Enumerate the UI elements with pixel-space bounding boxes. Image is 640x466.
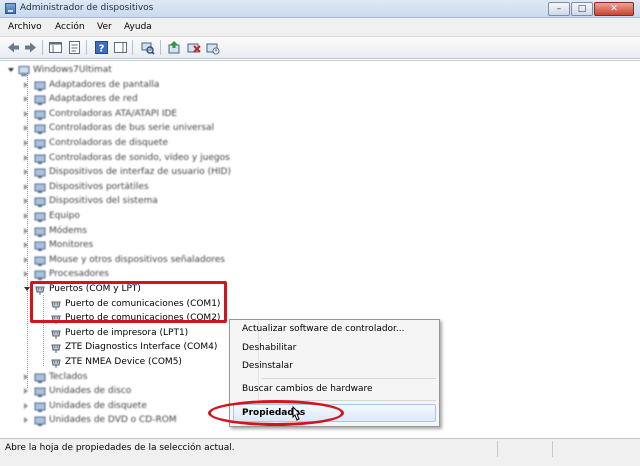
device-category-icon [34,269,46,281]
menu-update-driver[interactable]: Actualizar software de controlador... [242,324,405,334]
tree-node-label: ZTE Diagnostics Interface (COM4) [65,342,218,352]
device-category-icon [34,372,46,384]
back-arrow-icon[interactable] [6,40,21,55]
device-category-icon [34,226,46,238]
toolbar: ? [0,37,640,59]
expand-arrow-icon[interactable] [24,213,31,220]
tree-node-label: Unidades de disco [49,386,132,396]
device-category-icon [34,182,46,194]
tree-node-label: Puerto de impresora (LPT1) [65,328,189,338]
window-title: Administrador de dispositivos [20,3,154,13]
device-category-icon [34,196,46,208]
menu-bar: Archivo Acción Ver Ayuda [0,18,640,37]
properties-annotation-oval [208,400,344,426]
tree-node-label: Módems [49,226,87,236]
expand-arrow-icon[interactable] [24,155,31,162]
device-category-icon [34,94,46,106]
expand-arrow-icon[interactable] [24,111,31,118]
expand-arrow-icon[interactable] [24,184,31,191]
ports-annotation-box [30,281,227,323]
expand-arrow-icon[interactable] [24,374,31,381]
device-manager-icon [5,3,16,14]
tree-node-label: Dispositivos de interfaz de usuario (HID… [49,167,231,177]
expand-arrow-icon[interactable] [24,271,31,278]
maximize-button[interactable]: □ [571,2,593,16]
disable-device-icon[interactable] [205,40,220,55]
port-icon [50,328,62,340]
device-category-icon [34,415,46,427]
title-bar: Administrador de dispositivos – □ ✕ [0,0,640,18]
tree-node-label: Monitores [49,240,94,250]
tree-node-label: Dispositivos portátiles [49,182,149,192]
tree-node-label: Unidades de DVD o CD-ROM [49,415,177,425]
tree-node-label: Unidades de disquete [49,401,147,411]
expand-arrow-icon[interactable] [24,198,31,205]
menu-uninstall[interactable]: Desinstalar [242,361,293,371]
device-category-icon [34,401,46,413]
device-category-icon [34,167,46,179]
tree-node-label: Adaptadores de pantalla [49,80,160,90]
tree-node-label: Controladoras de sonido, vídeo y juegos [49,153,230,163]
port-icon [50,342,62,354]
expand-arrow-icon[interactable] [24,82,31,89]
properties-sheet-icon[interactable] [67,40,82,55]
device-category-icon [34,109,46,121]
expand-arrow-icon[interactable] [24,140,31,147]
device-category-icon [34,153,46,165]
tree-node-label: Controladoras ATA/ATAPI IDE [49,109,178,119]
tree-node-label: ZTE NMEA Device (COM5) [65,357,182,367]
menu-accion[interactable]: Acción [55,22,85,32]
device-category-icon [34,123,46,135]
help-icon[interactable]: ? [94,40,109,55]
tree-node-label: Controladoras de disquete [49,138,169,148]
device-category-icon [34,240,46,252]
tree-node-label: Dispositivos del sistema [49,196,158,206]
expand-arrow-icon[interactable] [24,257,31,264]
expand-arrow-icon[interactable] [24,169,31,176]
tree-node-label: Adaptadores de red [49,94,138,104]
svg-text:?: ? [99,44,105,55]
forward-arrow-icon[interactable] [23,40,38,55]
device-category-icon [34,255,46,267]
menu-scan-hardware[interactable]: Buscar cambios de hardware [242,384,373,394]
tree-node-label: Teclados [49,372,88,382]
expand-arrow-icon[interactable] [24,96,31,103]
uninstall-icon[interactable] [186,40,201,55]
menu-disable[interactable]: Deshabilitar [242,343,296,353]
mouse-cursor-icon [290,405,302,424]
tree-node-label: Windows7Ultimat [33,65,112,75]
close-button[interactable]: ✕ [594,2,634,16]
tree-node-label: Mouse y otros dispositivos señaladores [49,255,225,265]
scan-hardware-icon[interactable] [140,40,155,55]
collapse-arrow-icon[interactable] [8,67,15,74]
port-icon [50,357,62,369]
computer-icon [18,65,30,77]
console-tree-icon[interactable] [48,40,63,55]
expand-arrow-icon[interactable] [24,228,31,235]
tree-node-label: Procesadores [49,269,109,279]
tree-node-label: Equipo [49,211,80,221]
update-driver-icon[interactable] [167,40,182,55]
minimize-button[interactable]: – [548,2,570,16]
device-category-icon [34,138,46,150]
menu-ver[interactable]: Ver [97,22,112,32]
expand-arrow-icon[interactable] [24,403,31,410]
status-bar: Abre la hoja de propiedades de la selecc… [0,438,640,466]
expand-arrow-icon[interactable] [24,125,31,132]
menu-archivo[interactable]: Archivo [8,22,42,32]
action-pane-icon[interactable] [113,40,128,55]
expand-arrow-icon[interactable] [24,417,31,424]
device-category-icon [34,80,46,92]
menu-ayuda[interactable]: Ayuda [124,22,152,32]
expand-arrow-icon[interactable] [24,388,31,395]
device-category-icon [34,211,46,223]
expand-arrow-icon[interactable] [24,242,31,249]
device-category-icon [34,386,46,398]
status-text: Abre la hoja de propiedades de la selecc… [5,443,235,453]
tree-node-label: Controladoras de bus serie universal [49,123,215,133]
